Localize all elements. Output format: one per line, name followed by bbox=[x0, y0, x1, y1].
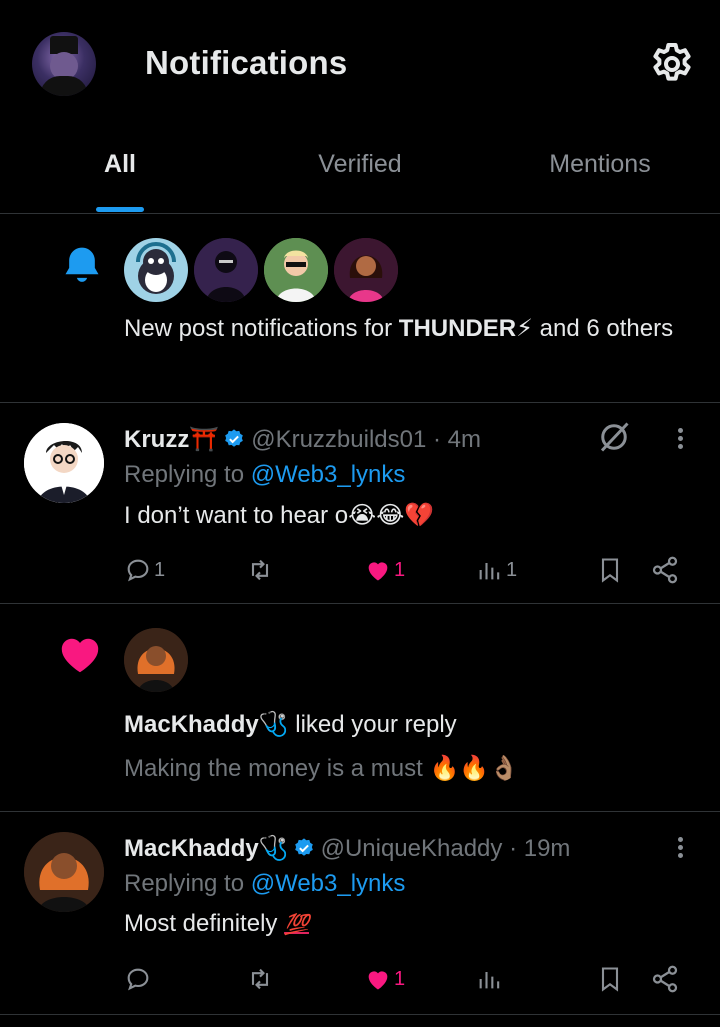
verified-badge-icon bbox=[294, 838, 313, 856]
heart-icon bbox=[368, 562, 388, 581]
heart-icon bbox=[368, 971, 388, 990]
reply-post[interactable]: MacKhaddy🩺 @UniqueKhaddy · 19m Replying t… bbox=[0, 812, 720, 1015]
share-icon bbox=[652, 965, 678, 993]
tab-mentions[interactable]: Mentions bbox=[520, 150, 680, 210]
views-button[interactable] bbox=[476, 962, 504, 996]
top-bar: Notifications bbox=[0, 0, 720, 130]
post-actions: 1 1 1 bbox=[124, 553, 694, 587]
avatar[interactable] bbox=[24, 423, 104, 503]
avatar[interactable] bbox=[334, 238, 398, 302]
reply-icon bbox=[127, 968, 149, 991]
bookmark-icon bbox=[601, 558, 619, 583]
share-icon bbox=[652, 556, 678, 584]
avatar[interactable] bbox=[264, 238, 328, 302]
share-button[interactable] bbox=[650, 962, 680, 996]
replying-to-handle[interactable]: @Web3_lynks bbox=[251, 461, 406, 488]
post-notification-item[interactable]: New post notifications for THUNDER⚡ and … bbox=[0, 214, 720, 403]
avatar[interactable] bbox=[194, 238, 258, 302]
views-button[interactable]: 1 bbox=[476, 553, 517, 587]
post-header: MacKhaddy🩺 @UniqueKhaddy · 19m bbox=[124, 834, 570, 863]
tab-all[interactable]: All bbox=[70, 150, 170, 210]
reply-icon bbox=[127, 559, 149, 582]
avatar[interactable] bbox=[124, 238, 188, 302]
post-time: · 19m bbox=[509, 835, 571, 862]
notification-text: New post notifications for THUNDER⚡ and … bbox=[124, 315, 674, 342]
repost-icon bbox=[251, 968, 269, 990]
like-button[interactable]: 1 bbox=[364, 962, 405, 996]
post-text: Most definitely 💯 bbox=[124, 910, 309, 937]
reply-button[interactable]: 1 bbox=[124, 553, 165, 587]
views-icon bbox=[479, 972, 500, 989]
verified-badge-icon bbox=[225, 429, 244, 447]
avatar[interactable] bbox=[124, 628, 188, 692]
bookmark-button[interactable] bbox=[596, 962, 624, 996]
liker-name: MacKhaddy🩺 bbox=[124, 711, 289, 738]
repost-button[interactable] bbox=[244, 553, 276, 587]
replying-to: Replying to @Web3_lynks bbox=[124, 870, 406, 897]
repost-button[interactable] bbox=[244, 962, 276, 996]
display-name: MacKhaddy🩺 bbox=[124, 835, 289, 862]
bell-icon bbox=[65, 247, 99, 282]
post-text: I don’t want to hear o😭😂💔 bbox=[124, 502, 435, 529]
reply-button[interactable] bbox=[124, 962, 152, 996]
like-notification-item[interactable]: MacKhaddy🩺 liked your reply Making the m… bbox=[0, 604, 720, 812]
profile-avatar[interactable] bbox=[32, 32, 96, 96]
like-button[interactable]: 1 bbox=[364, 553, 405, 587]
more-options-icon[interactable] bbox=[670, 425, 690, 455]
reply-post[interactable]: Kruzz⛩️ @Kruzzbuilds01 · 4m Replying to @… bbox=[0, 403, 720, 604]
more-options-icon[interactable] bbox=[670, 834, 690, 864]
mute-conversation-icon[interactable] bbox=[596, 419, 632, 455]
heart-icon bbox=[61, 638, 99, 673]
active-tab-indicator bbox=[96, 207, 144, 212]
gear-icon[interactable] bbox=[648, 40, 696, 88]
page-title: Notifications bbox=[145, 44, 348, 81]
repost-icon bbox=[251, 559, 269, 581]
bookmark-icon bbox=[601, 967, 619, 992]
views-icon bbox=[479, 563, 500, 580]
notification-tabs: All Verified Mentions bbox=[0, 130, 720, 214]
post-header: Kruzz⛩️ @Kruzzbuilds01 · 4m bbox=[124, 425, 481, 454]
tab-verified[interactable]: Verified bbox=[290, 150, 430, 210]
replying-to-handle[interactable]: @Web3_lynks bbox=[251, 870, 406, 897]
post-time: · 4m bbox=[433, 426, 482, 453]
share-button[interactable] bbox=[650, 553, 680, 587]
user-handle: @Kruzzbuilds01 bbox=[251, 426, 427, 453]
notification-author: THUNDER⚡ bbox=[398, 315, 533, 342]
replying-to: Replying to @Web3_lynks bbox=[124, 461, 406, 488]
avatar[interactable] bbox=[24, 832, 104, 912]
like-notification-text: MacKhaddy🩺 liked your reply bbox=[124, 711, 457, 738]
hundred-emoji: 💯 bbox=[284, 914, 309, 936]
post-actions: 1 bbox=[124, 962, 694, 996]
bookmark-button[interactable] bbox=[596, 553, 624, 587]
user-handle: @UniqueKhaddy bbox=[320, 835, 503, 862]
liked-post-preview: Making the money is a must 🔥🔥👌🏽 bbox=[124, 755, 520, 782]
display-name: Kruzz⛩️ bbox=[124, 426, 220, 453]
